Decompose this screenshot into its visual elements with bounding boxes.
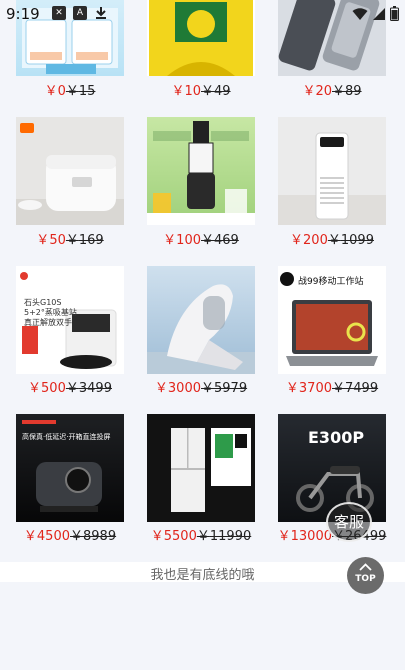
- price-line: ￥5500￥11990: [136, 525, 266, 544]
- projector-illustration: [22, 420, 102, 512]
- tissue-pack-illustration: [22, 8, 118, 74]
- air-purifier-illustration: [278, 132, 386, 225]
- power-bank-illustration: [278, 0, 380, 71]
- price-line: ￥500￥3499: [5, 377, 135, 396]
- product-image-laptop[interactable]: 战99移动工作站: [278, 266, 386, 374]
- battery-icon: [390, 6, 399, 21]
- rice-bag-illustration: [149, 0, 253, 76]
- massage-chair-illustration: [147, 284, 255, 374]
- price-line: ￥4500￥8989: [5, 525, 135, 544]
- product-image-rice-bag[interactable]: [147, 0, 255, 76]
- footer-end-text: 我也是有底线的哦: [150, 568, 255, 583]
- price-original: ￥169: [65, 233, 104, 248]
- juicer-illustration: [147, 121, 255, 225]
- customer-service-badge[interactable]: 客服: [326, 502, 372, 542]
- robot-vacuum-caption: 石头G10S 5+2°蒸吸基站 真正解放双手: [24, 298, 77, 327]
- product-image-rice-cooker[interactable]: [16, 117, 124, 225]
- price-line: ￥100￥469: [136, 229, 266, 248]
- product-image-facial-tissue[interactable]: [16, 0, 124, 76]
- price-line: ￥200￥1099: [267, 229, 397, 248]
- back-to-top-button[interactable]: TOP: [347, 557, 384, 594]
- price-line: ￥10￥49: [136, 80, 266, 99]
- rice-cooker-illustration: [16, 117, 124, 225]
- product-image-juicer[interactable]: [147, 117, 255, 225]
- price-line: ￥20￥89: [267, 80, 397, 99]
- price-current: ￥3700: [285, 381, 332, 396]
- scooter-caption: E300P: [308, 428, 365, 447]
- price-original: ￥89: [332, 84, 362, 99]
- price-current: ￥10: [171, 84, 201, 99]
- price-original: ￥49: [201, 84, 231, 99]
- refrigerator-illustration: [171, 428, 251, 512]
- product-image-refrigerator[interactable]: [147, 414, 255, 522]
- price-current: ￥50: [36, 233, 66, 248]
- price-current: ￥100: [163, 233, 201, 248]
- product-image-projector[interactable]: 高保真·低延迟·开箱直连投屏: [16, 414, 124, 522]
- price-current: ￥13000: [277, 529, 332, 544]
- chevron-up-icon: [359, 563, 372, 571]
- price-current: ￥3000: [154, 381, 201, 396]
- product-image-massage-chair[interactable]: [147, 266, 255, 374]
- price-original: ￥7499: [332, 381, 379, 396]
- price-original: ￥469: [201, 233, 239, 248]
- price-current: ￥200: [290, 233, 328, 248]
- price-original: ￥5979: [201, 381, 248, 396]
- product-image-air-purifier[interactable]: [278, 117, 386, 225]
- price-current: ￥20: [302, 84, 332, 99]
- product-image-electric-scooter[interactable]: E300P: [278, 414, 386, 522]
- product-image-robot-vacuum[interactable]: 石头G10S 5+2°蒸吸基站 真正解放双手: [16, 266, 124, 374]
- price-original: ￥1099: [327, 233, 374, 248]
- price-current: ￥4500: [23, 529, 70, 544]
- price-line: ￥0￥15: [5, 80, 135, 99]
- price-current: ￥500: [28, 381, 66, 396]
- product-image-power-bank[interactable]: [278, 0, 386, 76]
- back-to-top-label: TOP: [355, 574, 376, 584]
- projector-caption: 高保真·低延迟·开箱直连投屏: [22, 433, 111, 441]
- price-original: ￥15: [65, 84, 96, 99]
- price-line: ￥50￥169: [5, 229, 135, 248]
- price-current: ￥0: [44, 84, 66, 99]
- price-original: ￥8989: [70, 529, 117, 544]
- price-current: ￥5500: [150, 529, 197, 544]
- price-line: ￥3700￥7499: [267, 377, 397, 396]
- laptop-caption: 战99移动工作站: [298, 277, 364, 287]
- price-original: ￥3499: [65, 381, 112, 396]
- price-original: ￥11990: [196, 529, 252, 544]
- price-line: ￥3000￥5979: [136, 377, 266, 396]
